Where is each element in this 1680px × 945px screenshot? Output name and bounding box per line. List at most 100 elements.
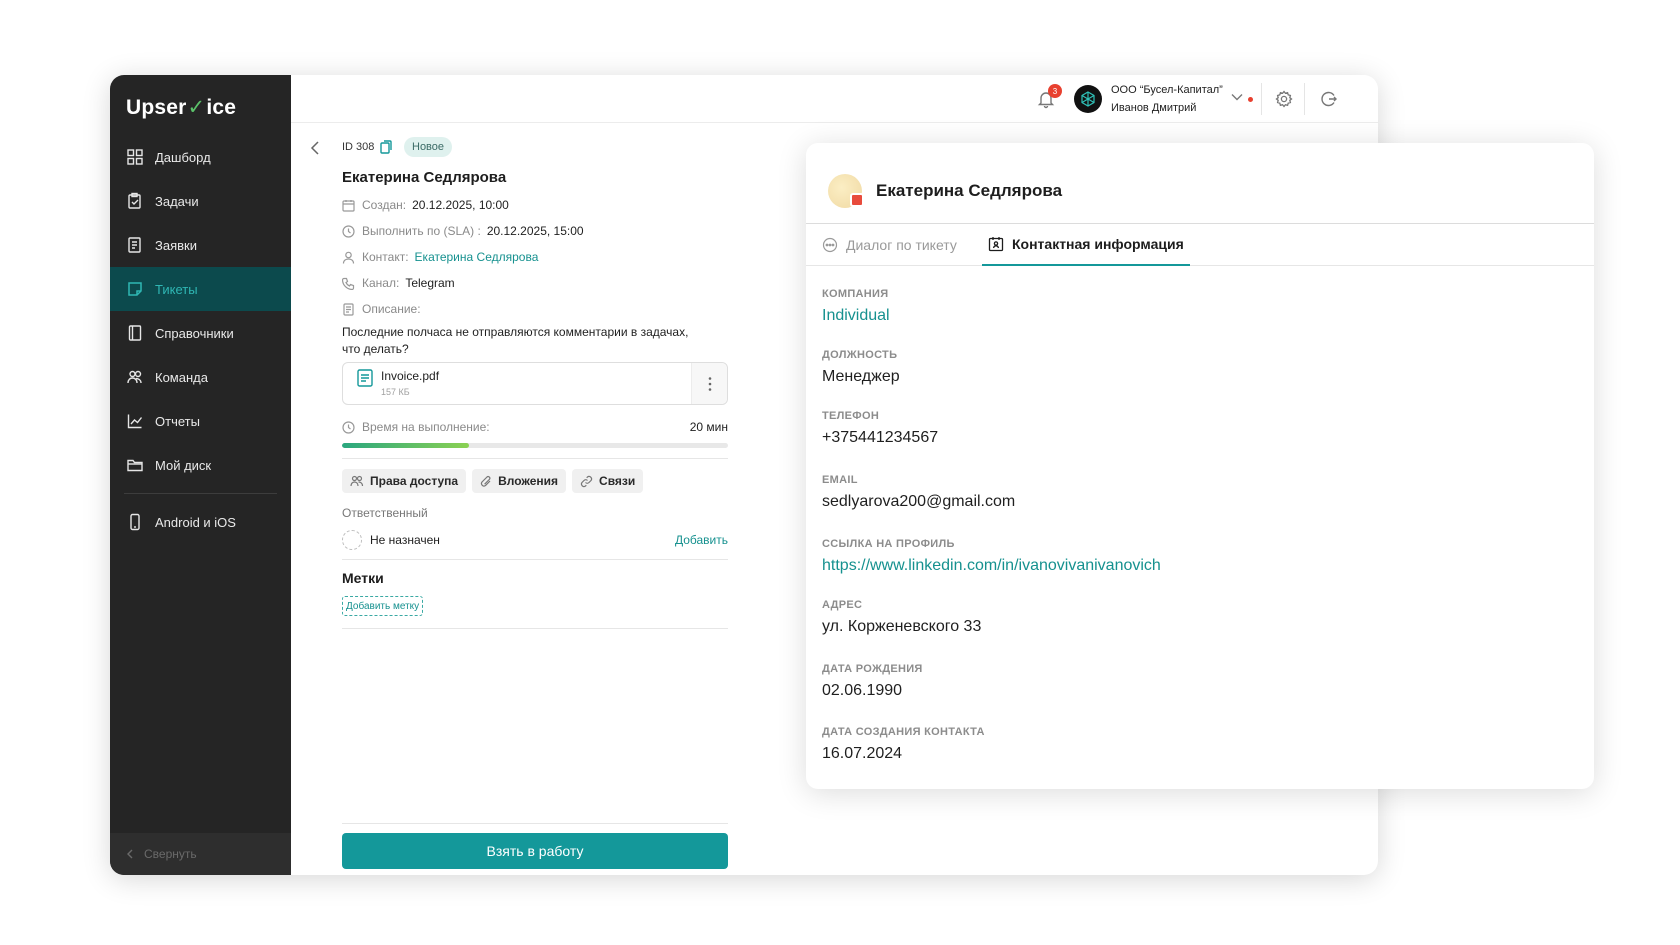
sidebar-item-dashboard[interactable]: Дашборд: [110, 135, 291, 179]
field-value: ул. Корженевского 33: [822, 618, 982, 635]
time-label: Время на выполнение:: [362, 420, 490, 434]
copy-icon[interactable]: [380, 140, 392, 154]
contact-row: Контакт: Екатерина Седлярова: [342, 250, 538, 264]
dashboard-icon: [126, 148, 144, 166]
logo-check-mark: ✓: [187, 96, 206, 119]
field-label: ДАТА СОЗДАНИЯ КОНТАКТА: [822, 726, 985, 738]
chip-label: Связи: [599, 474, 636, 488]
contact-name: Екатерина Седлярова: [876, 181, 1063, 200]
logout-icon[interactable]: [1319, 89, 1339, 109]
description-label: Описание:: [362, 302, 421, 316]
sla-row: Выполнить по (SLA) : 20.12.2025, 15:00: [342, 224, 584, 238]
field-email: EMAIL sedlyarova200@gmail.com: [822, 474, 1015, 511]
field-company: КОМПАНИЯ Individual: [822, 288, 890, 325]
sidebar-item-label: Команда: [155, 369, 208, 385]
progress-fill: [342, 443, 470, 448]
field-address: АДРЕС ул. Корженевского 33: [822, 599, 981, 636]
sidebar-item-tasks[interactable]: Задачи: [110, 179, 291, 223]
tags-title: Метки: [342, 570, 384, 586]
ticket-panel: ID 308 Новое Екатерина Седлярова Создан:…: [291, 123, 771, 875]
contact-link[interactable]: Екатерина Седлярова: [415, 250, 539, 264]
field-label: ДАТА РОЖДЕНИЯ: [822, 663, 923, 675]
company-avatar[interactable]: [1074, 85, 1102, 113]
back-button[interactable]: [310, 141, 320, 155]
status-dot: [1248, 97, 1253, 102]
tickets-icon: [126, 280, 144, 298]
company-link[interactable]: Individual: [822, 307, 890, 325]
chart-icon: [126, 412, 144, 430]
collapse-sidebar-button[interactable]: Свернуть: [110, 833, 291, 875]
phone-icon: [126, 513, 144, 531]
field-value: +375441234567: [822, 429, 939, 446]
ticket-id: ID 308: [342, 141, 375, 153]
field-label: ДОЛЖНОСТЬ: [822, 349, 898, 361]
contact-card-icon: [988, 236, 1004, 252]
sidebar-item-tickets[interactable]: Тикеты: [110, 267, 291, 311]
more-vertical-icon[interactable]: [691, 363, 727, 404]
collapse-label: Свернуть: [144, 847, 197, 861]
tab-contact-info[interactable]: Контактная информация: [982, 224, 1190, 266]
access-rights-button[interactable]: Права доступа: [342, 469, 467, 493]
contact-header: Екатерина Седлярова: [806, 143, 1594, 224]
field-value: 16.07.2024: [822, 745, 903, 762]
description-row: Описание:: [342, 302, 427, 316]
channel-value: Telegram: [405, 276, 455, 290]
field-value: sedlyarova200@gmail.com: [822, 493, 1016, 510]
user-name[interactable]: Иванов Дмитрий: [1111, 102, 1196, 114]
created-label: Создан:: [362, 198, 407, 212]
link-icon: [580, 475, 593, 488]
sidebar-item-label: Тикеты: [155, 281, 198, 297]
sidebar-item-label: Android и iOS: [155, 514, 236, 530]
field-value: 02.06.1990: [822, 682, 903, 699]
chip-label: Вложения: [498, 474, 559, 488]
calendar-icon: [342, 199, 355, 212]
file-icon: [357, 369, 373, 387]
field-position: ДОЛЖНОСТЬ Менеджер: [822, 349, 900, 386]
paperclip-icon: [480, 475, 492, 488]
field-birth-date: ДАТА РОЖДЕНИЯ 02.06.1990: [822, 663, 923, 700]
responsible-label: Ответственный: [342, 506, 428, 520]
book-icon: [126, 324, 144, 342]
sidebar-item-references[interactable]: Справочники: [110, 311, 291, 355]
divider: [1304, 83, 1305, 115]
field-label: АДРЕС: [822, 599, 863, 611]
sidebar-item-team[interactable]: Команда: [110, 355, 291, 399]
sidebar: Upser ✓ ice Дашборд Задачи Заявки Тикеты С…: [110, 75, 291, 875]
sidebar-item-reports[interactable]: Отчеты: [110, 399, 291, 443]
field-label: КОМПАНИЯ: [822, 288, 889, 300]
gear-icon[interactable]: [1274, 89, 1294, 109]
field-profile-link: ССЫЛКА НА ПРОФИЛЬ https://www.linkedin.c…: [822, 538, 1161, 575]
tab-ticket-dialog[interactable]: Диалог по тикету: [822, 224, 957, 266]
profile-link[interactable]: https://www.linkedin.com/in/ivanovivaniv…: [822, 557, 1161, 575]
created-row: Создан: 20.12.2025, 10:00: [342, 198, 509, 212]
sidebar-item-label: Задачи: [155, 193, 199, 209]
clock-icon: [342, 224, 355, 238]
attachments-button[interactable]: Вложения: [472, 469, 567, 493]
assignee-avatar-placeholder: [342, 530, 362, 550]
sidebar-item-requests[interactable]: Заявки: [110, 223, 291, 267]
chevron-down-icon[interactable]: [1231, 93, 1243, 101]
field-phone: ТЕЛЕФОН +375441234567: [822, 410, 938, 447]
sidebar-item-label: Заявки: [155, 237, 197, 253]
sidebar-item-label: Дашборд: [155, 149, 211, 165]
divider: [342, 458, 728, 459]
sidebar-item-mobile-apps[interactable]: Android и iOS: [110, 500, 291, 544]
description-text: Последние полчаса не отправляются коммен…: [342, 325, 689, 356]
take-to-work-button[interactable]: Взять в работу: [342, 833, 728, 869]
attachment-file[interactable]: Invoice.pdf 157 КБ: [342, 362, 728, 405]
contact-card: Екатерина Седлярова Диалог по тикету Кон…: [806, 143, 1594, 789]
file-name: Invoice.pdf: [381, 369, 440, 383]
sidebar-item-my-disk[interactable]: Мой диск: [110, 443, 291, 487]
add-tag-button[interactable]: Добавить метку: [342, 596, 424, 616]
created-value: 20.12.2025, 10:00: [412, 198, 509, 212]
links-button[interactable]: Связи: [572, 469, 644, 493]
divider: [342, 823, 728, 824]
logo-text-start: Upser: [126, 96, 187, 119]
field-label: ТЕЛЕФОН: [822, 410, 880, 422]
app-logo[interactable]: Upser ✓ ice: [126, 95, 236, 120]
time-value: 20 мин: [689, 420, 728, 434]
clock-icon: [342, 420, 355, 434]
company-name[interactable]: ООО “Бусел-Капитал”: [1111, 84, 1223, 96]
user-icon: [342, 251, 355, 264]
add-assignee-link[interactable]: Добавить: [675, 533, 728, 547]
